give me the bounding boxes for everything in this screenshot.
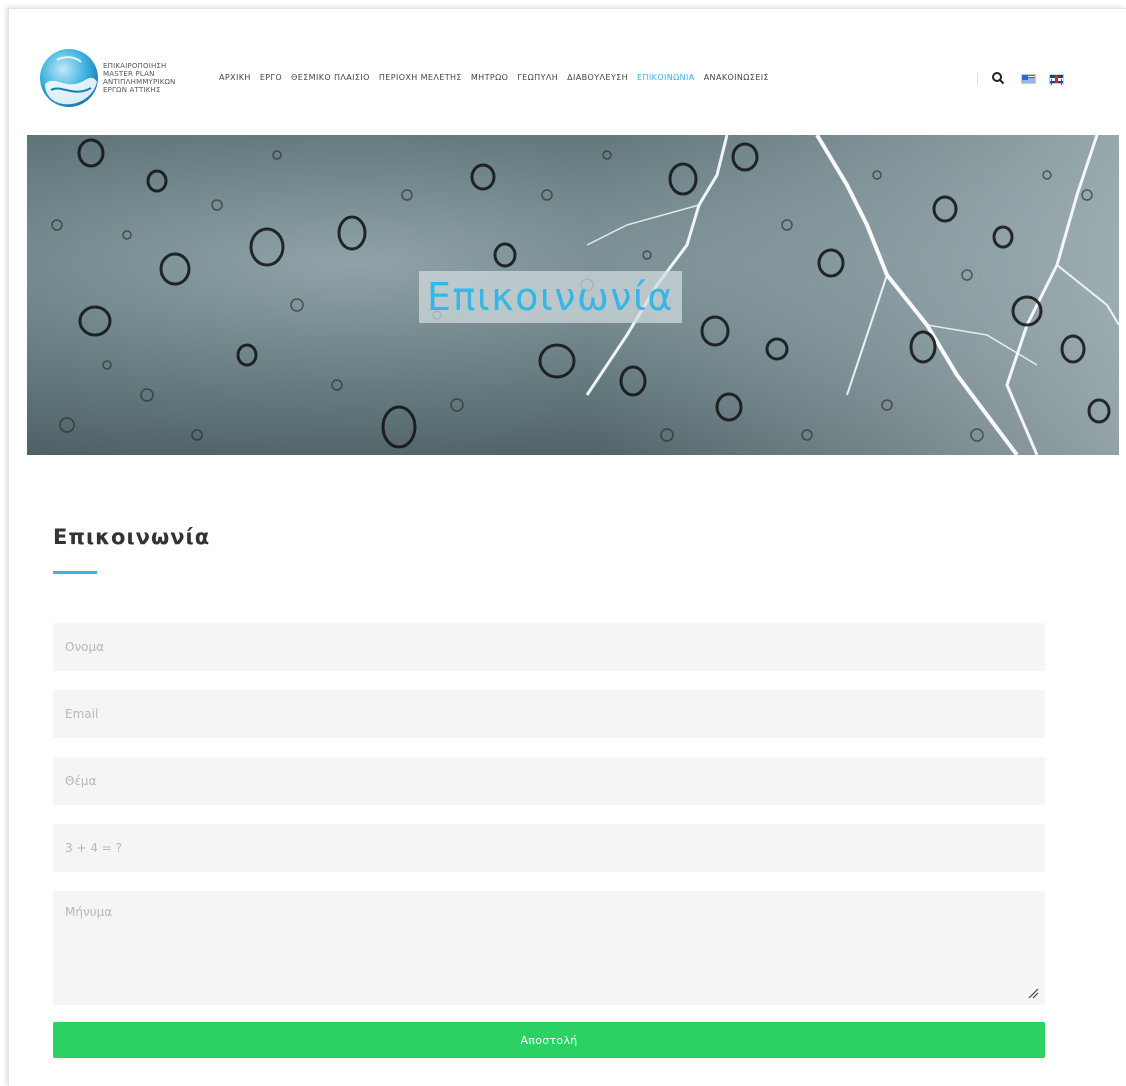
email-field[interactable]	[53, 690, 1045, 738]
nav-item-home[interactable]: ΑΡΧΙΚΗ	[219, 73, 251, 82]
name-field[interactable]	[53, 623, 1045, 671]
nav-divider	[977, 73, 978, 85]
nav-item-announcements[interactable]: ΑΝΑΚΟΙΝΩΣΕΙΣ	[704, 73, 769, 82]
title-underline	[53, 571, 97, 574]
page-frame: ΕΠΙΚΑΙΡΟΠΟΙΗΣΗ MASTER PLAN ΑΝΤΙΠΛΗΜΜΥΡΙΚ…	[8, 8, 1126, 1086]
hero-title: Επικοινωνία	[419, 271, 682, 323]
nav-item-geoportal[interactable]: ΓΕΩΠΥΛΗ	[517, 73, 558, 82]
submit-button[interactable]: Αποστολή	[53, 1022, 1045, 1058]
logo-drop-icon	[40, 49, 98, 107]
uk-flag-icon[interactable]	[1049, 74, 1064, 84]
logo-line: MASTER PLAN	[103, 70, 155, 78]
message-field[interactable]	[53, 891, 1045, 1005]
subject-field[interactable]	[53, 757, 1045, 805]
nav-item-legal-framework[interactable]: ΘΕΣΜΙΚΟ ΠΛΑΙΣΙΟ	[291, 73, 370, 82]
resize-handle-icon[interactable]	[1027, 987, 1039, 999]
nav-item-consultation[interactable]: ΔΙΑΒΟΥΛΕΥΣΗ	[567, 73, 628, 82]
search-icon[interactable]	[991, 71, 1005, 85]
nav-item-contact[interactable]: ΕΠΙΚΟΙΝΩΝΙΑ	[637, 73, 695, 82]
greek-flag-icon[interactable]	[1021, 74, 1036, 84]
nav-item-registry[interactable]: ΜΗΤΡΩΟ	[471, 73, 508, 82]
site-logo[interactable]: ΕΠΙΚΑΙΡΟΠΟΙΗΣΗ MASTER PLAN ΑΝΤΙΠΛΗΜΜΥΡΙΚ…	[37, 45, 197, 111]
logo-line: ΕΡΓΩΝ ΑΤΤΙΚΗΣ	[103, 86, 161, 94]
main-nav: ΑΡΧΙΚΗ ΕΡΓΟ ΘΕΣΜΙΚΟ ΠΛΑΙΣΙΟ ΠΕΡΙΟΧΗ ΜΕΛΕ…	[219, 73, 778, 82]
logo-text: ΕΠΙΚΑΙΡΟΠΟΙΗΣΗ MASTER PLAN ΑΝΤΙΠΛΗΜΜΥΡΙΚ…	[103, 62, 176, 94]
nav-item-project[interactable]: ΕΡΓΟ	[260, 73, 282, 82]
page-title: Επικοινωνία	[53, 525, 211, 549]
captcha-field[interactable]	[53, 824, 1045, 872]
site-header: ΕΠΙΚΑΙΡΟΠΟΙΗΣΗ MASTER PLAN ΑΝΤΙΠΛΗΜΜΥΡΙΚ…	[9, 9, 1126, 135]
logo-line: ΕΠΙΚΑΙΡΟΠΟΙΗΣΗ	[103, 62, 167, 70]
nav-item-study-area[interactable]: ΠΕΡΙΟΧΗ ΜΕΛΕΤΗΣ	[379, 73, 462, 82]
logo-line: ΑΝΤΙΠΛΗΜΜΥΡΙΚΩΝ	[103, 78, 176, 86]
hero-banner: Επικοινωνία	[27, 135, 1119, 455]
